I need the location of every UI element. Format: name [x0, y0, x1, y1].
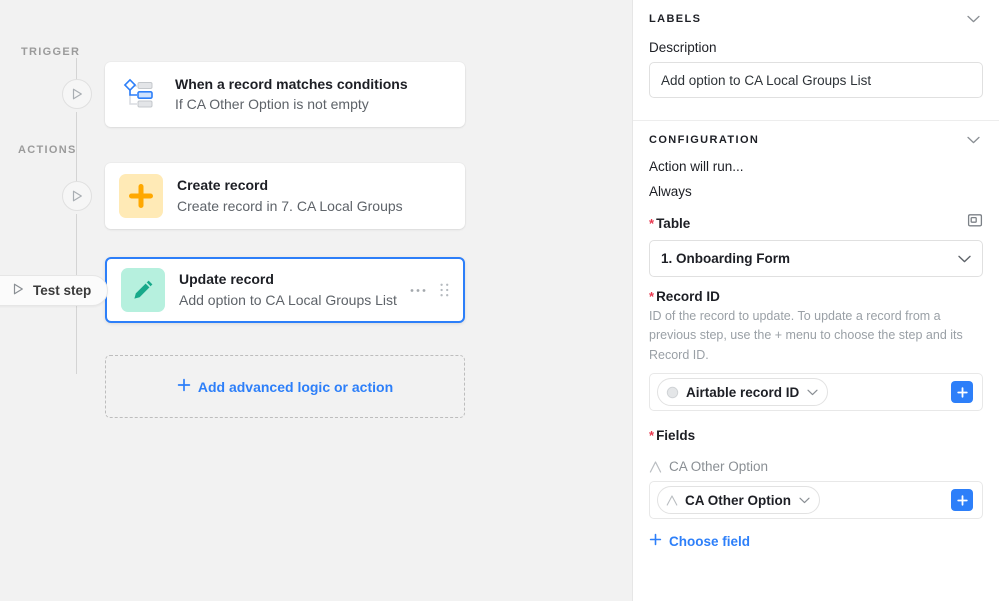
field-value-token-label: CA Other Option	[685, 492, 791, 508]
add-advanced-logic-label: Add advanced logic or action	[197, 378, 394, 395]
required-indicator: *	[649, 215, 655, 231]
flow-step-subtitle: If CA Other Option is not empty	[175, 96, 369, 113]
record-id-token[interactable]: Airtable record ID	[657, 378, 829, 407]
chevron-down-icon	[799, 497, 810, 504]
record-id-help-text: ID of the record to update. To update a …	[649, 309, 963, 362]
more-options-icon[interactable]	[410, 288, 426, 293]
automation-editor: TRIGGER ACTIONS Test step When a record …	[0, 0, 999, 601]
chevron-down-icon[interactable]	[964, 133, 983, 147]
insert-record-id-token-button[interactable]	[951, 381, 973, 404]
pencil-icon	[121, 268, 165, 312]
run-trigger-button[interactable]	[62, 79, 92, 109]
flow-step-title: Update record	[179, 271, 274, 288]
required-indicator: *	[649, 428, 655, 444]
chevron-down-icon	[807, 389, 818, 396]
field-value-token[interactable]: CA Other Option	[657, 486, 820, 515]
test-step-label: Test step	[33, 283, 92, 298]
table-label: * Table	[649, 215, 691, 231]
step-settings-panel: LABELS Description Add option to CA Loca…	[632, 0, 999, 601]
plus-icon	[177, 378, 191, 395]
text-field-type-icon	[666, 495, 678, 506]
text-field-type-icon	[649, 461, 662, 473]
record-id-token-field[interactable]: Airtable record ID	[649, 373, 983, 412]
field-value-token-field[interactable]: CA Other Option	[649, 481, 983, 520]
play-icon	[72, 190, 82, 202]
run-action-button[interactable]	[62, 181, 92, 211]
record-id-token-label: Airtable record ID	[686, 384, 800, 400]
flow-step-subtitle: Add option to CA Local Groups List	[179, 291, 397, 308]
labels-section-title: LABELS	[649, 13, 702, 25]
table-select-value: 1. Onboarding Form	[661, 251, 791, 266]
description-label: Description	[649, 40, 717, 55]
flow-step-card-actions	[410, 283, 449, 297]
description-input[interactable]: Add option to CA Local Groups List	[649, 62, 983, 98]
choose-field-button[interactable]: Choose field	[649, 533, 750, 549]
field-name-label: CA Other Option	[649, 459, 983, 474]
action-will-run-label: Action will run...	[649, 159, 744, 174]
play-icon	[13, 283, 24, 298]
table-label-row: * Table	[649, 213, 983, 233]
actions-section-label: ACTIONS	[18, 144, 77, 156]
table-select[interactable]: 1. Onboarding Form	[649, 240, 983, 277]
choose-field-label: Choose field	[669, 533, 751, 549]
configuration-section: CONFIGURATION Action will run... Always …	[633, 121, 999, 551]
flow-step-text: Create record Create record in 7. CA Loc…	[177, 175, 451, 216]
record-id-label: * Record ID	[649, 289, 720, 304]
configuration-section-title: CONFIGURATION	[649, 134, 760, 146]
insert-field-token-button[interactable]	[951, 489, 973, 512]
labels-section-header[interactable]: LABELS	[649, 0, 983, 28]
flow-step-subtitle: Create record in 7. CA Local Groups	[177, 197, 403, 214]
flow-step-card-trigger[interactable]: When a record matches conditions If CA O…	[105, 62, 465, 127]
add-advanced-logic-or-action-button[interactable]: Add advanced logic or action	[105, 355, 465, 418]
test-step-button[interactable]: Test step	[0, 275, 109, 306]
configuration-section-header[interactable]: CONFIGURATION	[649, 121, 983, 149]
plus-icon	[649, 533, 662, 549]
flow-step-title: When a record matches conditions	[175, 75, 408, 92]
field-name-text: CA Other Option	[669, 459, 769, 475]
expand-table-icon[interactable]	[967, 213, 983, 233]
required-indicator: *	[649, 289, 655, 304]
fields-label: * Fields	[649, 428, 696, 444]
trigger-section-label: TRIGGER	[21, 46, 81, 58]
flow-step-text: Update record Add option to CA Local Gro…	[179, 269, 402, 310]
action-will-run-value: Always	[649, 184, 692, 199]
flow-step-text: When a record matches conditions If CA O…	[175, 74, 451, 115]
branch-conditions-icon	[119, 75, 159, 115]
chevron-down-icon[interactable]	[964, 12, 983, 26]
plus-icon	[119, 174, 163, 218]
drag-handle-icon[interactable]	[440, 283, 449, 297]
chevron-down-icon	[958, 250, 971, 268]
flow-step-card-create-record[interactable]: Create record Create record in 7. CA Loc…	[105, 163, 465, 229]
flow-canvas: TRIGGER ACTIONS Test step When a record …	[0, 0, 632, 601]
flow-step-title: Create record	[177, 177, 269, 194]
record-id-field-icon	[666, 386, 679, 399]
play-icon	[72, 88, 82, 100]
flow-step-card-update-record[interactable]: Update record Add option to CA Local Gro…	[105, 257, 465, 323]
labels-section: LABELS Description Add option to CA Loca…	[633, 0, 999, 120]
